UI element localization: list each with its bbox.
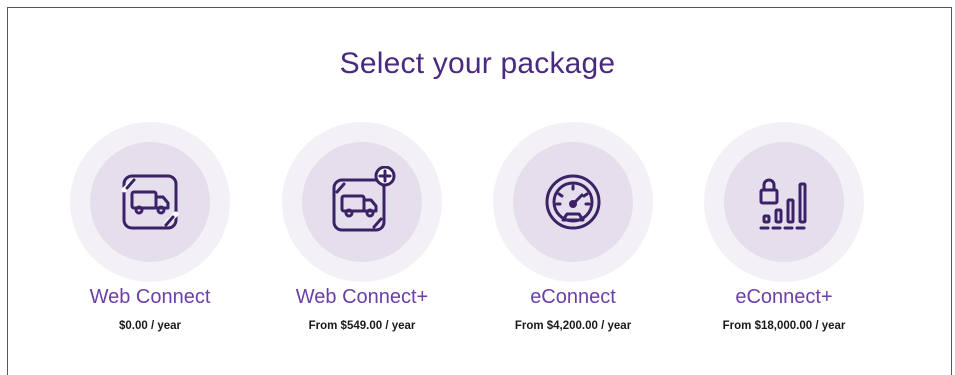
package-econnect[interactable]: eConnect From $4,200.00 / year	[473, 122, 673, 332]
lock-bars-icon	[759, 178, 810, 230]
package-icon-circle	[493, 122, 653, 282]
package-price: From $4,200.00 / year	[514, 320, 632, 332]
package-price: From $549.00 / year	[308, 320, 416, 332]
truck-plus-icon	[332, 166, 396, 232]
package-name: Web Connect+	[295, 286, 429, 308]
package-icon-circle	[282, 122, 442, 282]
package-icon-circle	[70, 122, 230, 282]
package-price: From $18,000.00 / year	[722, 320, 846, 332]
package-name: Web Connect	[89, 286, 211, 308]
package-name: eConnect	[530, 286, 616, 308]
package-web-connect[interactable]: Web Connect $0.00 / year	[50, 122, 250, 332]
speedometer-icon	[545, 174, 601, 230]
package-price: $0.00 / year	[118, 320, 182, 332]
page-title: Select your package	[339, 47, 616, 80]
package-econnect-plus[interactable]: eConnect+ From $18,000.00 / year	[684, 122, 884, 332]
package-icon-circle	[704, 122, 864, 282]
truck-icon	[121, 174, 179, 230]
package-web-connect-plus[interactable]: Web Connect+ From $549.00 / year	[262, 122, 462, 332]
package-name: eConnect+	[735, 286, 833, 308]
